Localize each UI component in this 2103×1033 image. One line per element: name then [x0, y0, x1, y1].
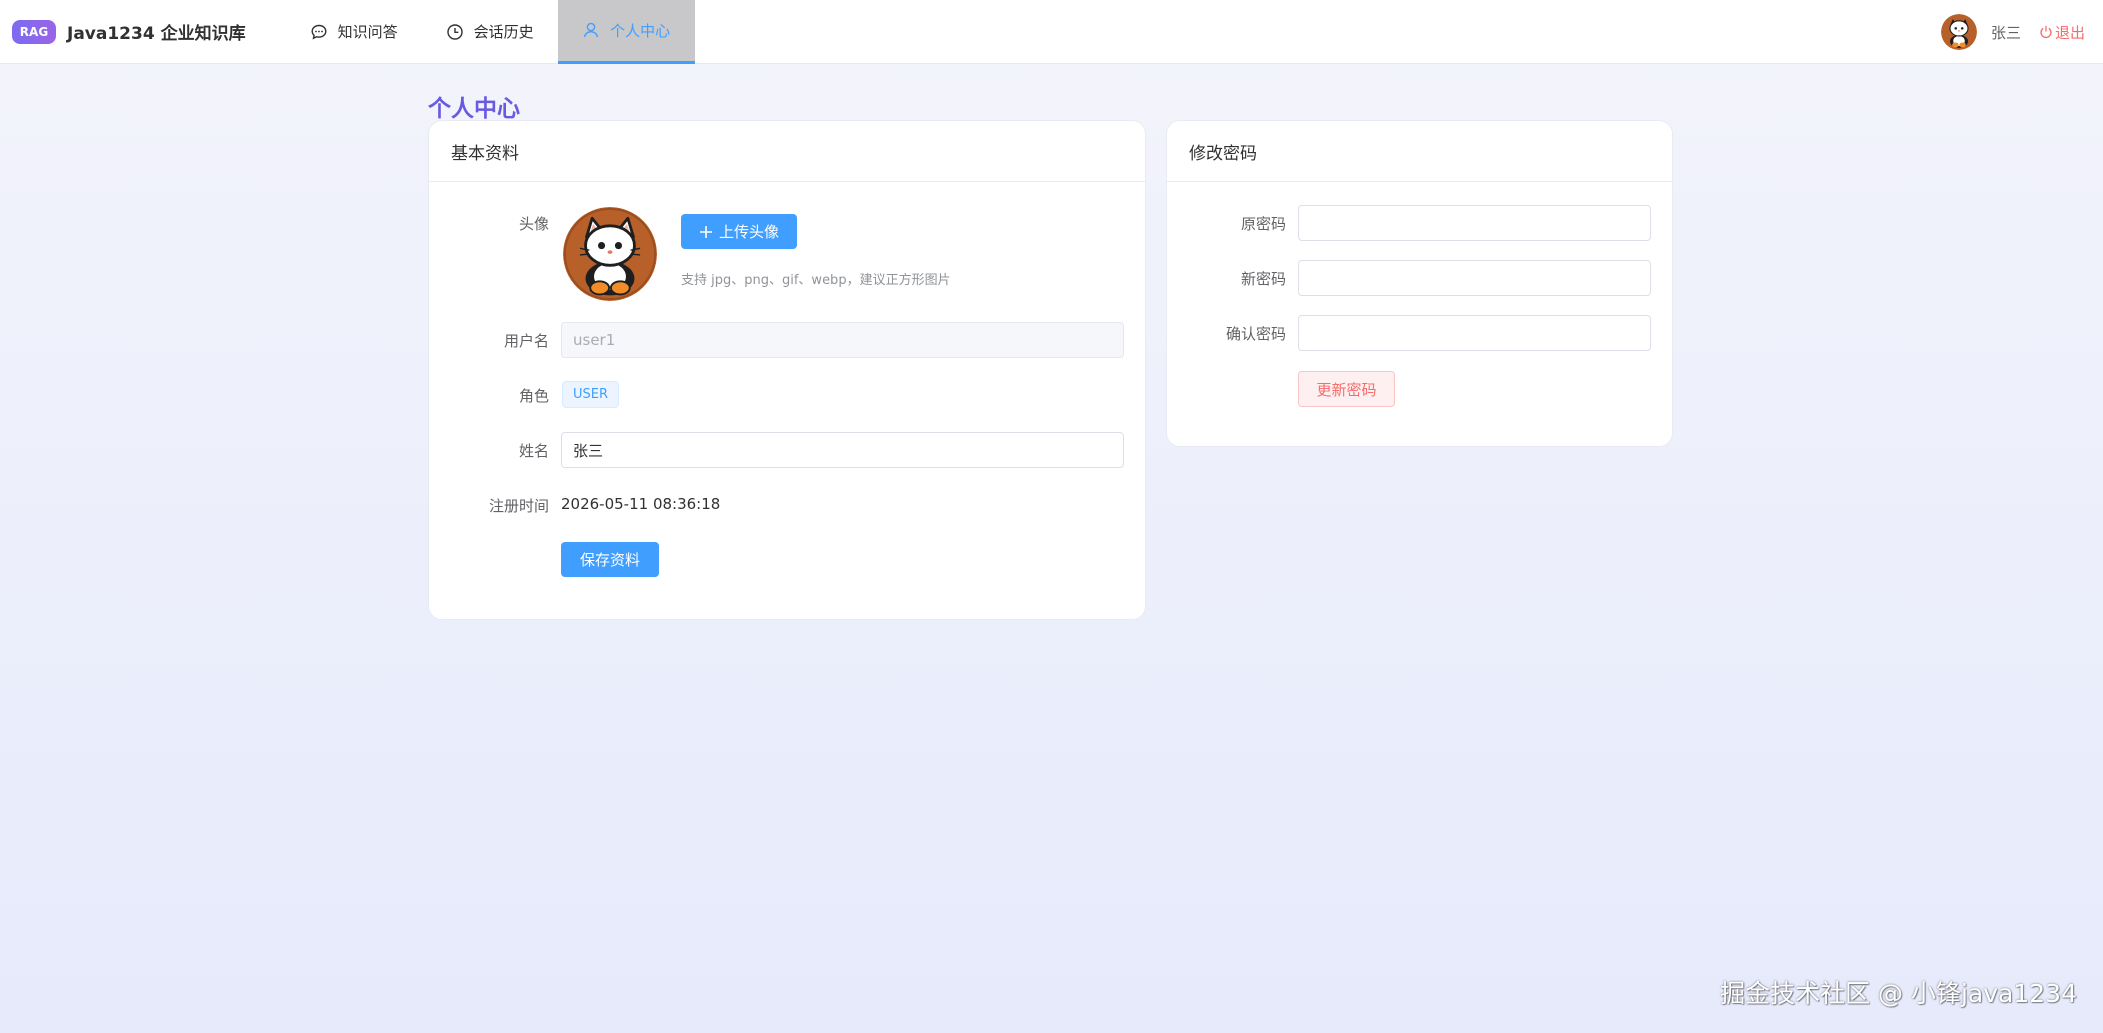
nav-label: 会话历史 — [473, 23, 534, 41]
brand-title: Java1234 企业知识库 — [67, 24, 246, 44]
register-time-value: 2026-05-11 08:36:18 — [561, 495, 721, 513]
name-field[interactable]: 张三 — [561, 432, 1124, 468]
role-label: 角色 — [518, 387, 549, 405]
upload-hint: 支持 jpg、png、gif、webp，建议正方形图片 — [681, 273, 951, 288]
chat-icon — [310, 23, 328, 41]
avatar-label: 头像 — [518, 215, 549, 233]
role-badge: USER — [562, 381, 620, 408]
page-title: 个人中心 — [428, 96, 520, 122]
update-password-button[interactable]: 更新密码 — [1298, 371, 1395, 407]
nav-item-history[interactable]: 会话历史 — [422, 0, 558, 64]
username-field: user1 — [561, 322, 1124, 358]
password-card: 修改密码 原密码 新密码 确认密码 更新密码 — [1166, 120, 1673, 447]
upload-avatar-button[interactable]: 上传头像 — [681, 214, 797, 249]
brand-badge: RAG — [12, 19, 56, 44]
name-value: 张三 — [573, 441, 604, 460]
nav-label: 知识问答 — [337, 23, 398, 41]
clock-icon — [446, 23, 464, 41]
watermark: 掘金技术社区 @ 小锋java1234 — [1720, 979, 2077, 1008]
power-icon — [2039, 25, 2053, 39]
upload-avatar-label: 上传头像 — [718, 223, 779, 241]
register-time-label: 注册时间 — [488, 497, 549, 515]
user-name: 张三 — [1990, 23, 2021, 42]
avatar — [563, 207, 657, 301]
user-icon — [582, 21, 600, 39]
logout-button[interactable]: 退出 — [2039, 22, 2085, 43]
username-label: 用户名 — [503, 332, 549, 350]
main-nav: 知识问答 会话历史 个人中心 — [286, 0, 695, 64]
name-label: 姓名 — [518, 442, 549, 460]
nav-item-profile[interactable]: 个人中心 — [557, 0, 695, 64]
confirm-password-label: 确认密码 — [1225, 325, 1286, 343]
new-password-label: 新密码 — [1240, 270, 1286, 288]
user-area: 张三 退出 — [1940, 0, 2085, 64]
username-value: user1 — [573, 331, 616, 349]
profile-card: 基本资料 头像 上传头像 支持 jpg、png、gif、webp，建议正方形图片… — [428, 120, 1146, 620]
top-navbar: RAG Java1234 企业知识库 知识问答 会话历史 个人中心 张三 退出 — [0, 0, 2103, 64]
nav-label: 个人中心 — [610, 21, 671, 40]
save-profile-button[interactable]: 保存资料 — [561, 542, 659, 577]
old-password-label: 原密码 — [1240, 215, 1286, 233]
password-card-title: 修改密码 — [1167, 121, 1672, 182]
old-password-field[interactable] — [1298, 205, 1651, 241]
profile-card-title: 基本资料 — [429, 121, 1145, 182]
avatar[interactable] — [1940, 14, 1977, 50]
new-password-field[interactable] — [1298, 260, 1651, 296]
confirm-password-field[interactable] — [1298, 315, 1651, 351]
logout-label: 退出 — [2054, 23, 2085, 42]
brand[interactable]: RAG Java1234 企业知识库 — [12, 0, 246, 64]
nav-item-qa[interactable]: 知识问答 — [286, 0, 422, 64]
plus-icon — [699, 225, 713, 239]
